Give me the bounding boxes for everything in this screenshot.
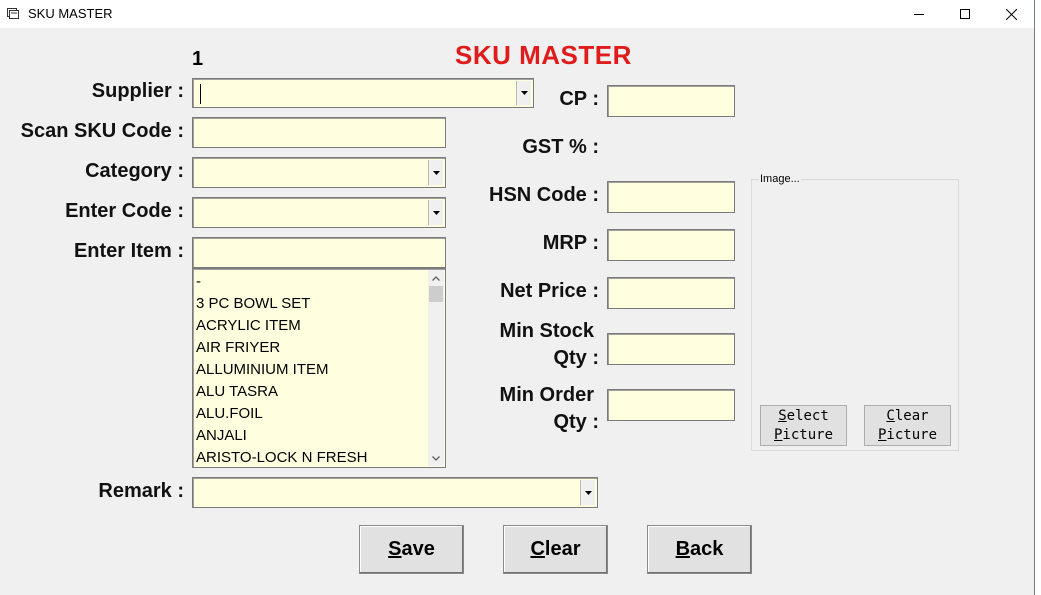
minimize-button[interactable] [896, 0, 942, 28]
remark-dropdown-button[interactable] [580, 480, 595, 505]
enter-item-label: Enter Item : [73, 240, 184, 262]
remark-label: Remark : [98, 480, 184, 502]
category-label: Category : [85, 160, 184, 182]
clear-picture-label: Clear [886, 408, 929, 424]
enter-code-label: Enter Code : [65, 200, 184, 222]
remark-combo[interactable] [192, 477, 598, 508]
window-edge [1034, 0, 1041, 595]
list-item[interactable]: ARISTO-LOCK N FRESH [196, 447, 367, 467]
cp-input[interactable] [607, 85, 735, 117]
code-dropdown-button[interactable] [428, 200, 443, 225]
back-button[interactable]: Back [647, 525, 752, 574]
maximize-icon [960, 9, 970, 19]
list-item[interactable]: ACRYLIC ITEM [196, 315, 367, 337]
image-group-title: Image... [759, 173, 801, 185]
supplier-combo[interactable] [192, 78, 534, 108]
record-counter: 1 [192, 48, 204, 70]
min-stock-qty-input[interactable] [607, 333, 735, 365]
close-icon [1005, 8, 1017, 20]
scroll-up-button[interactable] [428, 270, 444, 286]
chevron-down-icon [520, 91, 528, 95]
select-picture-button[interactable]: Select Picture [760, 405, 847, 446]
item-listbox[interactable]: - 3 PC BOWL SET ACRYLIC ITEM AIR FRIYER … [192, 268, 446, 468]
gst-label: GST % : [522, 136, 599, 158]
list-item[interactable]: ALU TASRA [196, 381, 367, 403]
enter-code-combo[interactable] [192, 197, 446, 228]
min-order-qty-input[interactable] [607, 389, 735, 421]
chevron-down-icon [584, 490, 592, 495]
chevron-up-icon [432, 275, 440, 281]
scroll-down-button[interactable] [428, 450, 444, 466]
cp-label: CP : [559, 88, 599, 110]
net-price-label: Net Price : [500, 280, 599, 302]
list-item[interactable]: 3 PC BOWL SET [196, 293, 367, 315]
form-title: SKU MASTER [455, 40, 632, 70]
select-picture-label-2: Picture [773, 427, 833, 443]
chevron-down-icon [432, 170, 440, 175]
hsn-code-input[interactable] [607, 181, 735, 213]
list-scrollbar[interactable] [428, 270, 444, 466]
min-stock-qty-label: Qty : [553, 347, 599, 369]
list-item[interactable]: - [196, 271, 367, 293]
supplier-dropdown-button[interactable] [516, 81, 531, 105]
list-item[interactable]: ALU.FOIL [196, 403, 367, 425]
close-button[interactable] [988, 0, 1034, 28]
chevron-down-icon [432, 210, 440, 215]
save-label: Save [388, 538, 435, 560]
clear-button[interactable]: Clear [503, 525, 608, 574]
min-order-qty-label: Qty : [553, 411, 599, 433]
supplier-label: Supplier : [91, 80, 184, 102]
app-icon [7, 8, 19, 19]
scan-sku-input[interactable] [192, 117, 446, 148]
clear-label: Clear [530, 538, 581, 560]
save-button[interactable]: Save [359, 525, 464, 574]
item-list: - 3 PC BOWL SET ACRYLIC ITEM AIR FRIYER … [196, 271, 367, 467]
minimize-icon [914, 14, 924, 15]
min-stock-label: Min Stock [499, 320, 594, 342]
back-label: Back [675, 538, 724, 560]
enter-item-input[interactable] [192, 237, 446, 268]
mrp-label: MRP : [542, 232, 599, 254]
window-title: SKU MASTER [28, 6, 113, 21]
text-cursor [200, 84, 201, 104]
title-bar: SKU MASTER [0, 0, 1034, 28]
clear-picture-button[interactable]: Clear Picture [864, 405, 951, 446]
mrp-input[interactable] [607, 229, 735, 261]
scan-sku-label: Scan SKU Code : [20, 120, 184, 142]
select-picture-label: Select [778, 408, 829, 424]
list-item[interactable]: ALLUMINIUM ITEM [196, 359, 367, 381]
chevron-down-icon [432, 455, 440, 461]
clear-picture-label-2: Picture [877, 427, 937, 443]
scroll-thumb[interactable] [429, 286, 443, 302]
window-border [1034, 0, 1035, 595]
maximize-button[interactable] [942, 0, 988, 28]
list-item[interactable]: AIR FRIYER [196, 337, 367, 359]
net-price-input[interactable] [607, 277, 735, 309]
min-order-label: Min Order [499, 384, 594, 406]
category-combo[interactable] [192, 157, 446, 188]
category-dropdown-button[interactable] [428, 160, 443, 185]
list-item[interactable]: ANJALI [196, 425, 367, 447]
hsn-label: HSN Code : [489, 184, 599, 206]
